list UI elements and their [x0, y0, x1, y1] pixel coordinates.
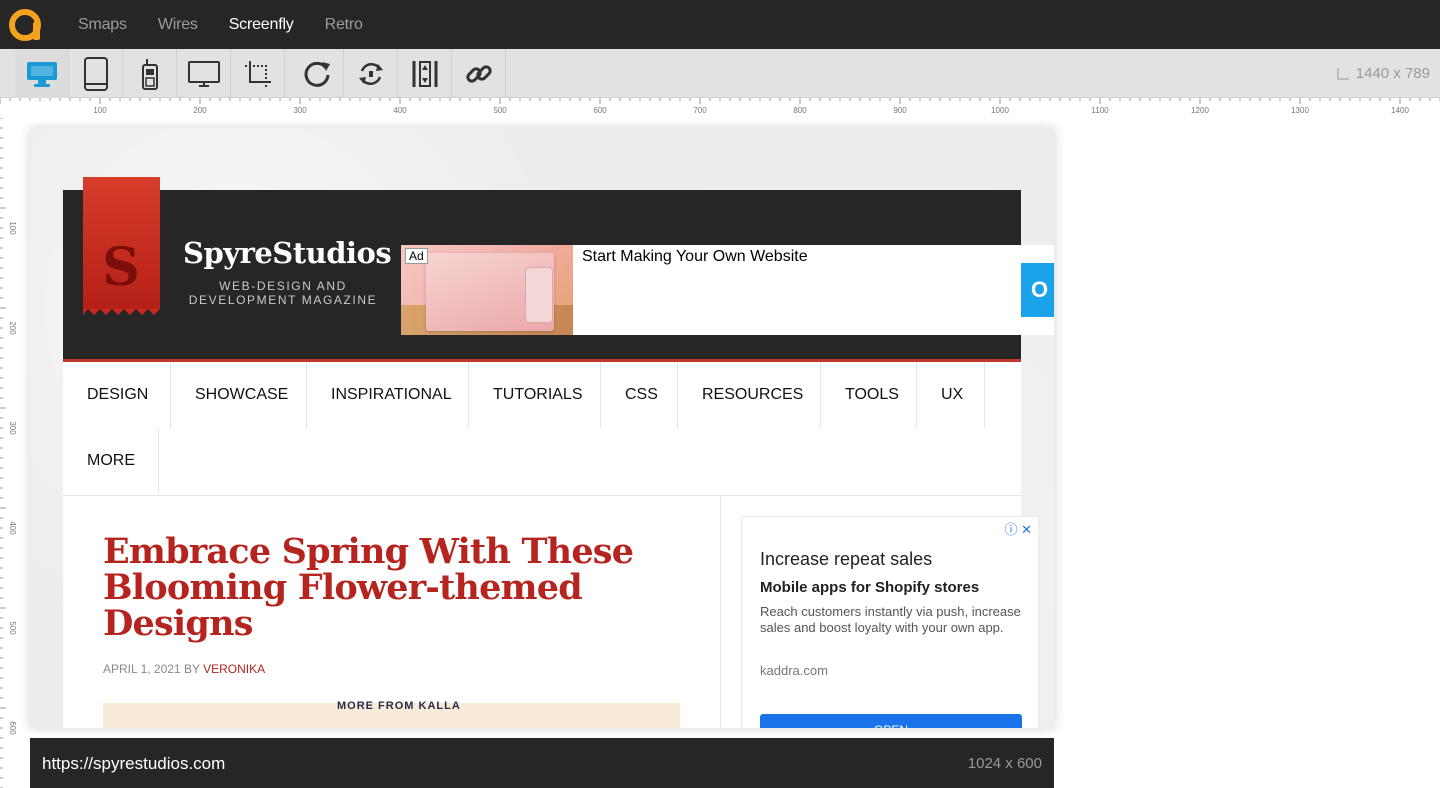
- ad-badge: Ad: [405, 248, 428, 264]
- ad-info-close-icon[interactable]: ⓘ ✕: [1004, 519, 1032, 538]
- site-nav: DESIGN SHOWCASE INSPIRATIONAL TUTORIALS …: [63, 362, 1021, 496]
- ruler-label: 500: [493, 106, 507, 115]
- post-image-caption: MORE FROM KALLA: [337, 700, 461, 712]
- site-header: S SpyreStudios WEB-DESIGN AND DEVELOPMEN…: [63, 177, 1054, 362]
- share-link-button[interactable]: [452, 49, 506, 98]
- tablet-button[interactable]: [69, 49, 123, 98]
- nav-retro[interactable]: Retro: [325, 16, 363, 34]
- desktop-icon: [26, 61, 57, 87]
- ruler-label: 300: [8, 421, 17, 435]
- desktop-button[interactable]: [15, 49, 69, 98]
- ruler-label: 1200: [1191, 106, 1209, 115]
- nav-inspirational[interactable]: INSPIRATIONAL: [307, 362, 469, 428]
- screen-size-readout: 1440 x 789: [1336, 65, 1430, 82]
- preview-footer: https://spyrestudios.com 1024 x 600: [30, 738, 1054, 788]
- ruler-label: 1100: [1091, 106, 1109, 115]
- tv-button[interactable]: [177, 49, 231, 98]
- rotate-button[interactable]: [344, 49, 398, 98]
- top-ad-banner[interactable]: Ad Start Making Your Own Website O: [401, 245, 1054, 335]
- ad-headline[interactable]: Start Making Your Own Website: [582, 248, 808, 266]
- vertical-ruler: 100 200 300 400 500 600: [0, 118, 22, 788]
- horizontal-ruler: 100 200 300 400 500 600 700 800 900 1000 1100 1200 1…: [0, 98, 1440, 118]
- tablet-icon: [83, 56, 108, 91]
- refresh-button[interactable]: [290, 49, 344, 98]
- app-topbar: Smaps Wires Screenfly Retro: [0, 0, 1440, 49]
- ruler-label: 800: [793, 106, 807, 115]
- ruler-label: 1000: [991, 106, 1009, 115]
- ruler-label: 1300: [1291, 106, 1309, 115]
- ad-open-button[interactable]: O: [1021, 263, 1054, 317]
- post-author-link[interactable]: VERONIKA: [203, 662, 265, 676]
- link-icon: [465, 64, 492, 83]
- ruler-label: 100: [93, 106, 107, 115]
- ruler-label: 600: [8, 721, 17, 735]
- device-toolbar: 1440 x 789: [0, 49, 1440, 98]
- crop-icon: [244, 60, 271, 87]
- post-meta: APRIL 1, 2021 BY VERONIKA: [103, 662, 265, 676]
- ruler-label: 100: [8, 221, 17, 235]
- nav-css[interactable]: CSS: [601, 362, 678, 428]
- ruler-label: 500: [8, 621, 17, 635]
- mobile-button[interactable]: [123, 49, 177, 98]
- sidebar-ad-open-button[interactable]: OPEN: [760, 714, 1022, 728]
- main-content: Embrace Spring With These Blooming Flowe…: [63, 496, 1039, 728]
- sidebar-ad-headline: Increase repeat sales: [760, 549, 933, 569]
- nav-resources[interactable]: RESOURCES: [678, 362, 821, 428]
- brand-title[interactable]: SpyreStudios: [183, 236, 392, 270]
- post-date: APRIL 1, 2021: [103, 662, 181, 676]
- ruler-label: 400: [8, 521, 17, 535]
- sidebar-ad-body: Reach customers instantly via push, incr…: [760, 604, 1021, 635]
- brand-ribbon-logo[interactable]: S: [83, 177, 160, 322]
- scroll-icon: [412, 60, 437, 87]
- nav-showcase[interactable]: SHOWCASE: [171, 362, 307, 428]
- quirktools-logo-icon[interactable]: [9, 8, 43, 42]
- nav-ux[interactable]: UX: [917, 362, 985, 428]
- sidebar-ad-domain: kaddra.com: [760, 663, 828, 678]
- scrollbar-toggle-button[interactable]: [398, 49, 452, 98]
- preview-url[interactable]: https://spyrestudios.com: [42, 754, 225, 774]
- ruler-label: 900: [893, 106, 907, 115]
- brand-subtitle: WEB-DESIGN AND DEVELOPMENT MAGAZINE: [188, 279, 378, 307]
- nav-wires[interactable]: Wires: [158, 16, 198, 34]
- ruler-label: 200: [193, 106, 207, 115]
- ruler-label: 1400: [1391, 106, 1409, 115]
- sidebar-ad[interactable]: ⓘ ✕ Increase repeat sales Mobile apps fo…: [741, 516, 1039, 728]
- nav-screenfly[interactable]: Screenfly: [229, 16, 294, 34]
- refresh-icon: [304, 61, 330, 87]
- nav-tools[interactable]: TOOLS: [821, 362, 917, 428]
- sidebar-ad-subheadline: Mobile apps for Shopify stores: [760, 579, 980, 596]
- screen-size-text: 1440 x 789: [1355, 65, 1430, 82]
- nav-design[interactable]: DESIGN: [63, 362, 171, 428]
- post-featured-image[interactable]: MORE FROM KALLA: [103, 700, 680, 728]
- mobile-icon: [141, 58, 158, 90]
- column-divider: [720, 496, 721, 728]
- preview-frame[interactable]: S SpyreStudios WEB-DESIGN AND DEVELOPMEN…: [30, 128, 1054, 728]
- nav-tutorials[interactable]: TUTORIALS: [469, 362, 601, 428]
- post-by: BY: [183, 662, 200, 676]
- ruler-corner-icon: [1337, 67, 1349, 80]
- ruler-label: 300: [293, 106, 307, 115]
- viewport-size: 1024 x 600: [967, 755, 1042, 772]
- ruler-label: 600: [593, 106, 607, 115]
- app-nav: Smaps Wires Screenfly Retro: [78, 0, 394, 49]
- ruler-label: 200: [8, 321, 17, 335]
- rotate-icon: [358, 62, 383, 85]
- nav-more[interactable]: MORE: [63, 428, 159, 494]
- custom-size-button[interactable]: [231, 49, 285, 98]
- ruler-label: 400: [393, 106, 407, 115]
- post-title[interactable]: Embrace Spring With These Blooming Flowe…: [103, 534, 643, 642]
- tv-icon: [187, 60, 220, 87]
- brand-letter: S: [102, 237, 140, 298]
- nav-smaps[interactable]: Smaps: [78, 16, 127, 34]
- ruler-label: 700: [693, 106, 707, 115]
